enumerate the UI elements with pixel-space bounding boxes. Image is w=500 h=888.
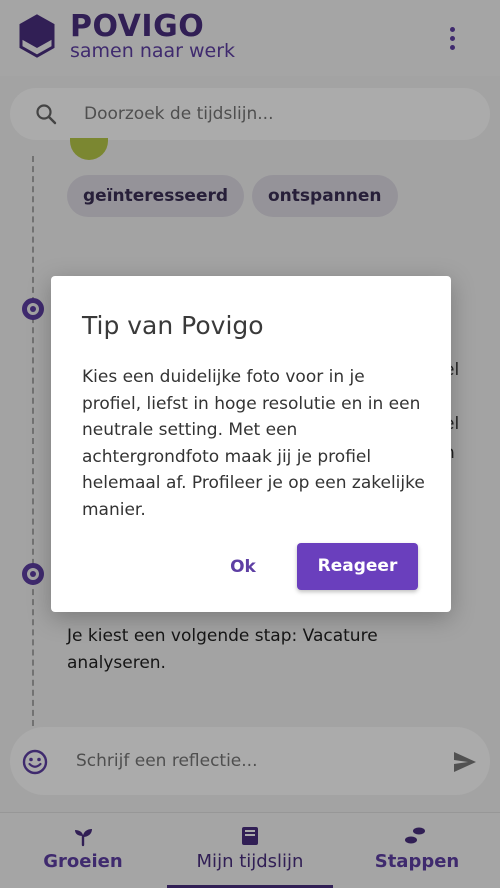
ok-button[interactable]: Ok — [219, 544, 267, 590]
dialog-body: Kies een duidelijke foto voor in je prof… — [82, 367, 425, 520]
tip-dialog: Tip van Povigo Kies een duidelijke foto … — [51, 276, 451, 612]
respond-button[interactable]: Reageer — [297, 543, 418, 590]
dialog-title: Tip van Povigo — [82, 311, 264, 340]
